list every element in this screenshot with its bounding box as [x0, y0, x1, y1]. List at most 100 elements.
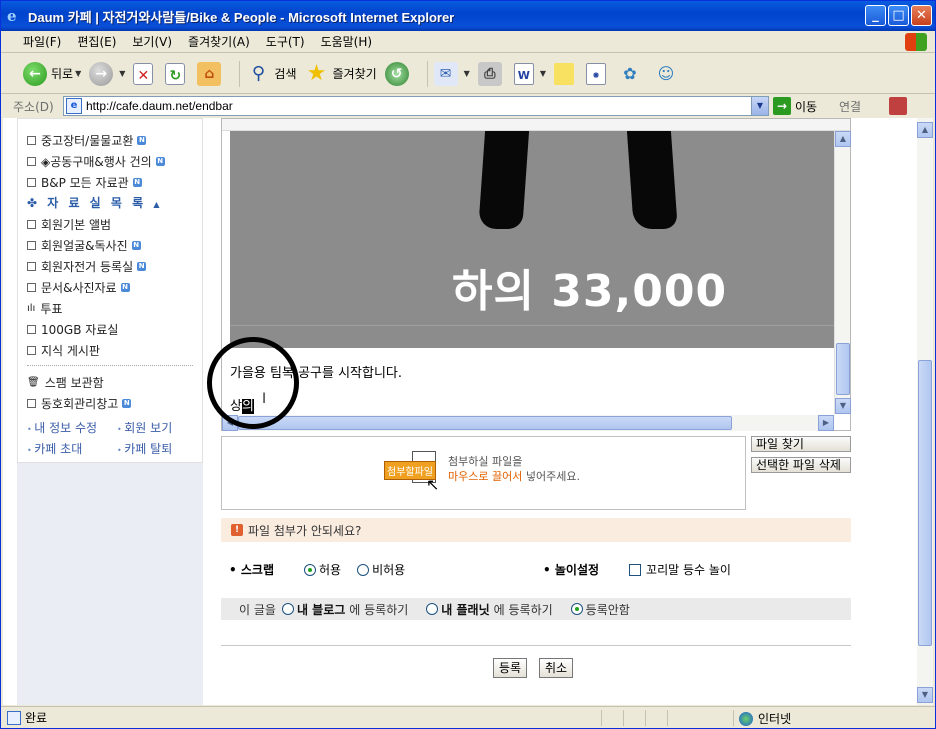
dropdown-arrow-icon[interactable]: ▼: [464, 69, 470, 78]
research-icon: ⁕: [585, 62, 606, 85]
members-link[interactable]: 회원 보기: [117, 419, 172, 436]
scroll-right-icon[interactable]: ▶: [818, 415, 834, 431]
new-badge-icon: N: [137, 136, 147, 145]
scroll-thumb[interactable]: [836, 343, 850, 395]
go-button[interactable]: → 이동: [773, 97, 817, 115]
scroll-up-icon[interactable]: ▲: [835, 131, 851, 147]
menu-view[interactable]: 보기(V): [132, 33, 172, 50]
toolbar-divider: [239, 60, 241, 87]
forward-button[interactable]: → ▼: [89, 61, 125, 86]
new-badge-icon: N: [122, 399, 132, 408]
title-bar: e Daum 카페 | 자전거와사람들/Bike & People - Micr…: [1, 1, 935, 31]
board-icon: [27, 283, 36, 292]
search-button[interactable]: ⚲ 검색: [246, 62, 297, 86]
menu-tools[interactable]: 도구(T): [266, 33, 305, 50]
sidebar-item-100gb[interactable]: 100GB 자료실: [27, 321, 118, 338]
menu-file[interactable]: 파일(F): [23, 33, 61, 50]
sidebar-item-knowledge[interactable]: 지식 게시판: [27, 342, 100, 359]
scroll-down-icon[interactable]: ▼: [835, 398, 851, 414]
stop-icon: ✕: [133, 62, 154, 85]
home-button[interactable]: ⌂: [197, 61, 225, 86]
my-info-link[interactable]: 내 정보 수정: [27, 419, 97, 436]
links-button[interactable]: 연결: [839, 98, 861, 115]
sidebar-item-groupbuy[interactable]: ◈공동구매&행사 건의 N: [27, 153, 165, 170]
messenger-button[interactable]: ☺: [654, 62, 682, 86]
board-icon: [27, 346, 36, 355]
editor-horizontal-scrollbar[interactable]: ◀ ▶: [222, 415, 834, 431]
scrap-allow-radio[interactable]: [303, 563, 316, 576]
address-label: 주소(D): [13, 99, 54, 114]
status-divider: [601, 710, 602, 726]
editor-vertical-scrollbar[interactable]: ▲ ▼: [834, 131, 851, 414]
sidebar-item-bp-archive[interactable]: B&P 모든 자료관 N: [27, 174, 142, 191]
minimize-button[interactable]: _: [865, 5, 886, 26]
globe-icon: [739, 711, 753, 726]
find-file-button[interactable]: 파일 찾기: [751, 436, 851, 452]
attach-hint-line2: 마우스로 끌어서 넣어주세요.: [448, 468, 580, 484]
dropdown-arrow-icon[interactable]: ▼: [119, 69, 125, 78]
tool-icon[interactable]: [889, 97, 907, 115]
invite-link[interactable]: 카페 초대: [27, 440, 82, 457]
page-scrollbar[interactable]: ▲ ▼: [917, 118, 933, 705]
scroll-up-icon[interactable]: ▲: [917, 122, 933, 138]
favorites-button[interactable]: ★ 즐겨찾기: [305, 61, 377, 86]
media-button[interactable]: ✿: [618, 62, 646, 86]
delete-file-button[interactable]: 선택한 파일 삭제: [751, 457, 851, 473]
sidebar-item-docs[interactable]: 문서&사진자료 N: [27, 279, 130, 296]
address-dropdown-icon[interactable]: ▼: [751, 97, 768, 115]
zone-label: 인터넷: [758, 712, 792, 726]
address-bar: 주소(D) e http://cafe.daum.net/endbar ▼ → …: [1, 95, 935, 117]
search-icon: ⚲: [251, 62, 265, 84]
attach-help-notice[interactable]: ! 파일 첨부가 안되세요?: [221, 518, 851, 542]
sidebar-item-spam[interactable]: 🗑 스팸 보관함: [27, 374, 104, 391]
refresh-button[interactable]: ↻: [165, 62, 189, 85]
stop-button[interactable]: ✕: [133, 62, 157, 85]
post-editor[interactable]: 하의 33,000 가을용 팀복 공구를 시작합니다. 상의 I ▲ ▼ ◀ ▶: [221, 118, 851, 431]
sidebar-item-vote[interactable]: ılı 투표: [27, 300, 62, 317]
tail-rank-checkbox[interactable]: [629, 563, 642, 576]
toolbar-divider: [426, 60, 428, 87]
sidebar-item-label: 회원기본 앨범: [41, 218, 112, 232]
sidebar-item-album[interactable]: 회원기본 앨범: [27, 216, 111, 233]
status-bar: 완료 인터넷: [1, 706, 935, 728]
sidebar-item-market[interactable]: 중고장터/물물교환 N: [27, 132, 147, 149]
register-none-radio[interactable]: [570, 603, 583, 615]
sidebar-item-bike-register[interactable]: 회원자전거 등록실 N: [27, 258, 147, 275]
trash-icon: 🗑: [27, 377, 40, 388]
menu-edit[interactable]: 편집(E): [77, 33, 116, 50]
back-button[interactable]: ← 뒤로 ▼: [23, 61, 81, 86]
attach-hint-line1: 첨부하실 파일을: [448, 455, 523, 468]
edit-button[interactable]: W ▼: [513, 62, 546, 85]
cancel-button[interactable]: 취소: [539, 658, 574, 678]
address-url[interactable]: http://cafe.daum.net/endbar: [86, 99, 233, 113]
dropdown-arrow-icon[interactable]: ▼: [75, 69, 81, 78]
research-button[interactable]: ⁕: [585, 62, 610, 85]
register-blog-radio[interactable]: [281, 603, 294, 615]
flower-icon: ✤: [27, 196, 41, 210]
address-input[interactable]: e http://cafe.daum.net/endbar ▼: [63, 96, 769, 116]
scrap-deny-radio[interactable]: [357, 563, 370, 576]
dropdown-arrow-icon[interactable]: ▼: [540, 69, 546, 78]
history-button[interactable]: ↺: [384, 61, 413, 86]
maximize-button[interactable]: □: [888, 5, 909, 26]
board-icon: [27, 262, 36, 271]
drag-cursor-icon: ↖: [426, 475, 440, 494]
submit-button[interactable]: 등록: [493, 658, 528, 678]
scroll-down-icon[interactable]: ▼: [917, 687, 933, 703]
menu-favorites[interactable]: 즐겨찾기(A): [188, 33, 250, 50]
leave-link[interactable]: 카페 탈퇴: [117, 440, 172, 457]
favorites-label: 즐겨찾기: [332, 67, 377, 81]
sidebar-item-face-photo[interactable]: 회원얼굴&독사진 N: [27, 237, 141, 254]
note-button[interactable]: [553, 62, 578, 85]
register-planet-radio[interactable]: [426, 603, 439, 615]
mail-button[interactable]: ✉ ▼: [433, 61, 470, 86]
file-drop-zone[interactable]: 첨부할파일 ↖ 첨부하실 파일을 마우스로 끌어서 넣어주세요.: [221, 436, 746, 510]
print-button[interactable]: ⎙: [477, 61, 506, 86]
sidebar-item-admin-storage[interactable]: 동호회관리창고 N: [27, 395, 132, 412]
scroll-thumb[interactable]: [238, 416, 732, 430]
scroll-thumb[interactable]: [918, 360, 932, 646]
sidebar-section-archive[interactable]: ✤ 자 료 실 목 록 ▲: [27, 194, 163, 211]
close-button[interactable]: ✕: [911, 5, 932, 26]
register-prefix: 이 글을: [239, 602, 276, 617]
menu-help[interactable]: 도움말(H): [321, 33, 373, 50]
